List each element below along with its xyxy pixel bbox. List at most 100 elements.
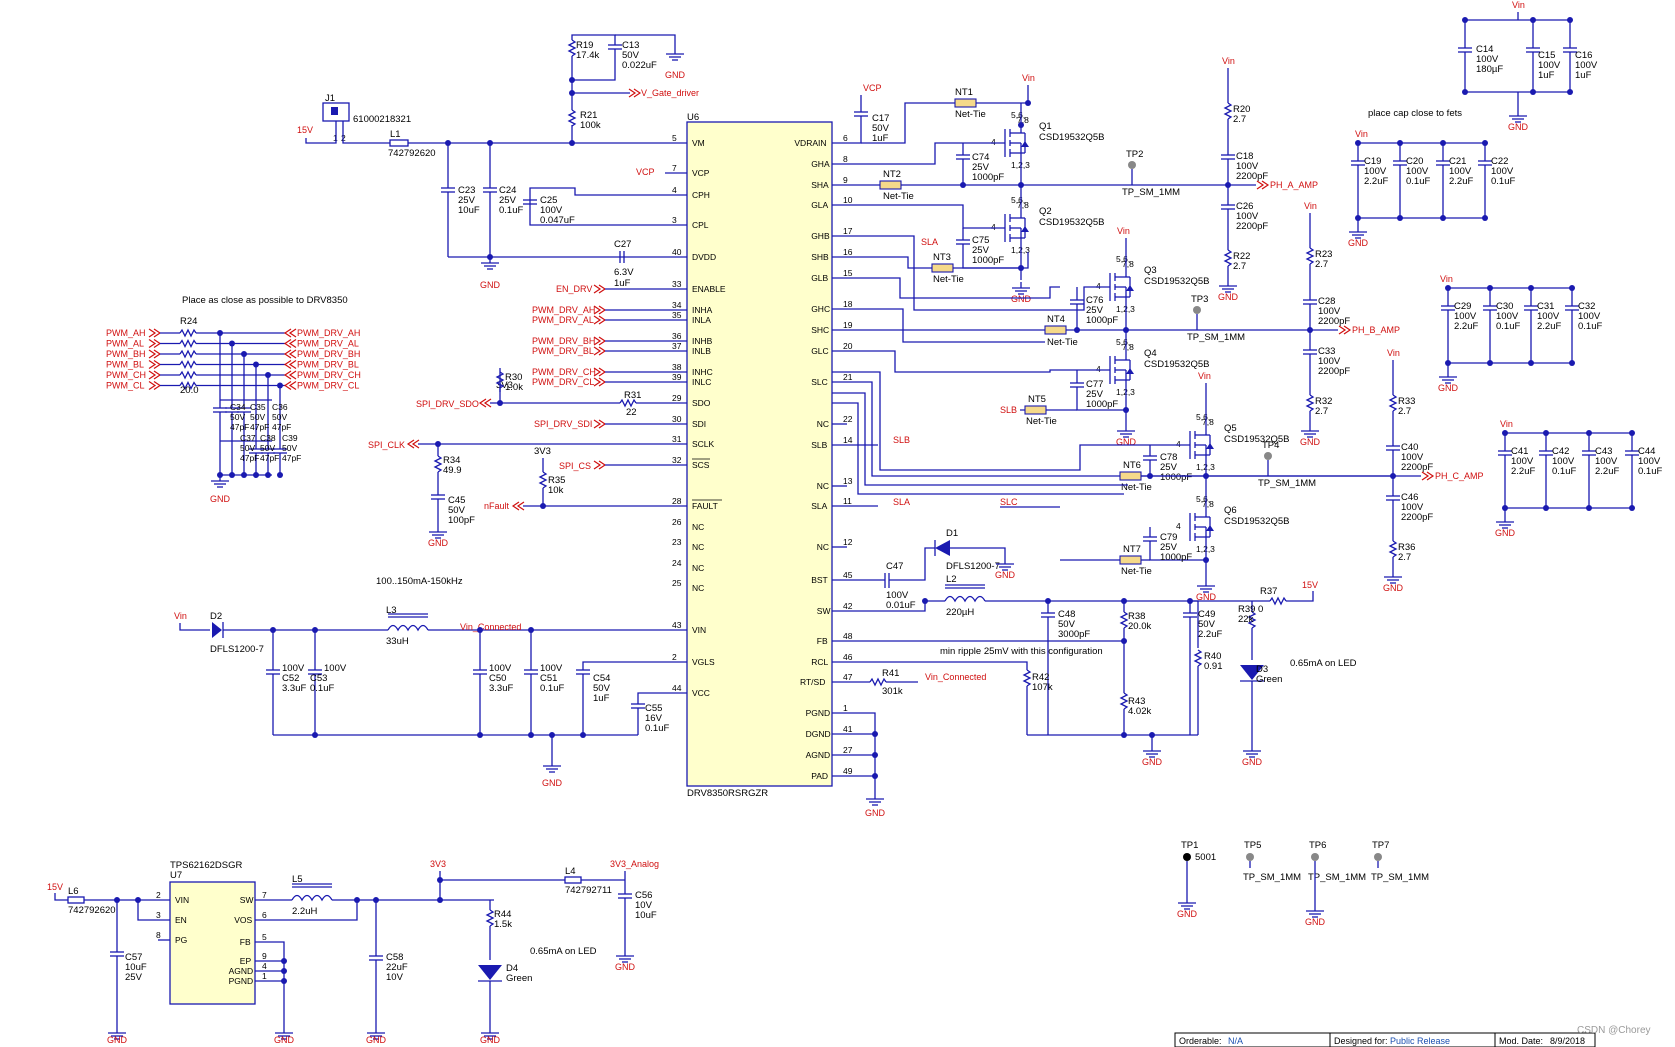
svg-text:GND: GND xyxy=(1242,757,1263,767)
u7-pin-number: 8 xyxy=(156,930,161,940)
svg-text:10k: 10k xyxy=(548,485,564,496)
ground-symbol xyxy=(1300,424,1320,438)
label: TP5 xyxy=(1244,840,1261,851)
mosfet-symbol xyxy=(1004,209,1030,247)
label: 0.1uF xyxy=(1496,321,1520,332)
vin-label: Vin xyxy=(1117,226,1130,236)
svg-text:GND: GND xyxy=(480,1035,501,1045)
u6-pin-number: 45 xyxy=(843,570,853,580)
svg-text:SPI_DRV_SDO: SPI_DRV_SDO xyxy=(416,399,479,409)
svg-text:15V: 15V xyxy=(47,882,63,892)
u6-pin-number: 29 xyxy=(672,393,682,403)
phase-label: PH_A_AMP xyxy=(1270,180,1318,190)
svg-text:Net-Tie: Net-Tie xyxy=(933,274,964,285)
pwm-in-label: PWM_CL xyxy=(106,381,145,391)
label: 2200pF xyxy=(1236,221,1268,232)
ground-symbol xyxy=(1116,424,1136,438)
label: 2.7 xyxy=(1398,552,1411,563)
svg-text:GND: GND xyxy=(865,808,886,818)
capacitor-symbol xyxy=(1302,299,1318,305)
fet-pin: 7,8 xyxy=(1202,499,1214,509)
capacitor-symbol xyxy=(1069,299,1085,305)
gnd-label: GND xyxy=(1011,294,1032,304)
label: TP2 xyxy=(1126,149,1143,160)
u7-pin-number: 1 xyxy=(262,971,267,981)
label: TP6 xyxy=(1309,840,1326,851)
ic-u6-ref: U6 xyxy=(687,112,699,123)
u6-pin-label: SHB xyxy=(811,252,829,262)
svg-text:50V: 50V xyxy=(272,412,287,422)
test-point xyxy=(1128,161,1136,169)
u6-pin-number: 27 xyxy=(843,745,853,755)
net-tie xyxy=(1024,405,1047,415)
capacitor-banks: VinC14100V180µFC15100V1uFC16100V1uFGNDVi… xyxy=(1348,0,1662,538)
inductor-l1[interactable] xyxy=(389,139,409,147)
net-arrow xyxy=(148,328,161,338)
test-point xyxy=(1193,306,1201,314)
u6-pin-label: GLC xyxy=(811,346,828,356)
svg-text:Mod. Date:: Mod. Date: xyxy=(1499,1036,1543,1046)
svg-text:PWM_DRV_AH: PWM_DRV_AH xyxy=(532,305,595,315)
svg-text:Vin: Vin xyxy=(174,611,187,621)
u6-pin-number: 40 xyxy=(672,247,682,257)
ground-symbol xyxy=(1383,570,1403,584)
svg-text:C36: C36 xyxy=(272,402,288,412)
svg-text:47pF: 47pF xyxy=(260,453,279,463)
svg-text:50V: 50V xyxy=(230,412,245,422)
label: 2.2uF xyxy=(1454,321,1478,332)
net-arrow xyxy=(1256,180,1269,190)
ground-symbol xyxy=(1218,279,1238,293)
net-15v-top: 15V xyxy=(297,125,313,135)
svg-text:SPI_CS: SPI_CS xyxy=(559,461,591,471)
svg-text:22k: 22k xyxy=(1238,614,1254,625)
svg-text:Net-Tie: Net-Tie xyxy=(1047,337,1078,348)
vin-input-section: Vin D2 DFLS1200-7 L3 33uH Vin_Connected 1… xyxy=(174,605,687,788)
svg-text:742792711: 742792711 xyxy=(565,885,612,896)
svg-text:100pF: 100pF xyxy=(448,515,475,526)
capacitor-symbol xyxy=(1302,349,1318,355)
u6-pin-number: 15 xyxy=(843,268,853,278)
label: 2.2uF xyxy=(1537,321,1561,332)
u6-pin-number: 35 xyxy=(672,310,682,320)
resistor-symbol xyxy=(179,350,197,358)
svg-text:0.1uF: 0.1uF xyxy=(645,723,669,734)
u6-pin-label: PAD xyxy=(811,771,828,781)
buck-converter: C47 100V0.01uF D1 DFLS1200-7 GND L2220µH… xyxy=(832,528,1357,767)
u6-pin-label: VGLS xyxy=(692,657,715,667)
label: 2.7 xyxy=(1233,261,1246,272)
fet-ref: Q4 xyxy=(1144,348,1157,359)
u6-pin-number: 42 xyxy=(843,601,853,611)
note-led-2: 0.65mA on LED xyxy=(530,946,597,957)
capacitor-symbol xyxy=(1069,382,1085,388)
u7-pin-number: 2 xyxy=(156,890,161,900)
resistor-symbol xyxy=(1224,249,1232,267)
u7-pin-number: 5 xyxy=(262,932,267,942)
label: 2200pF xyxy=(1236,171,1268,182)
u6-pin-number: 37 xyxy=(672,341,682,351)
svg-text:Vin_Connected: Vin_Connected xyxy=(925,672,986,682)
capacitor-symbol xyxy=(1385,495,1401,501)
label: 1000pF xyxy=(972,255,1004,266)
mosfet-symbol xyxy=(1189,508,1215,546)
svg-text:6.3V: 6.3V xyxy=(614,267,634,278)
label: TP7 xyxy=(1372,840,1389,851)
capacitor-symbol xyxy=(1477,160,1493,166)
vin-label: Vin xyxy=(1198,371,1211,381)
u6-pin-number: 6 xyxy=(843,133,848,143)
svg-text:GND: GND xyxy=(366,1035,387,1045)
resistor-symbol xyxy=(1389,394,1397,412)
u6-pin-number: 18 xyxy=(843,299,853,309)
u6-pin-label: RCL xyxy=(811,657,828,667)
svg-text:R41: R41 xyxy=(882,668,899,679)
test-point xyxy=(1183,853,1191,861)
label: 5001 xyxy=(1195,852,1216,863)
u6-pin-number: 30 xyxy=(672,414,682,424)
u6-pin-label: SCS xyxy=(692,460,710,470)
svg-text:GND: GND xyxy=(480,280,501,290)
svg-text:1uF: 1uF xyxy=(614,278,631,289)
gnd-label: GND xyxy=(1218,292,1239,302)
capacitor-symbol xyxy=(1142,455,1158,461)
svg-text:C27: C27 xyxy=(614,239,631,250)
label: Net-Tie xyxy=(1026,416,1057,427)
vin-label: Vin xyxy=(1222,56,1235,66)
